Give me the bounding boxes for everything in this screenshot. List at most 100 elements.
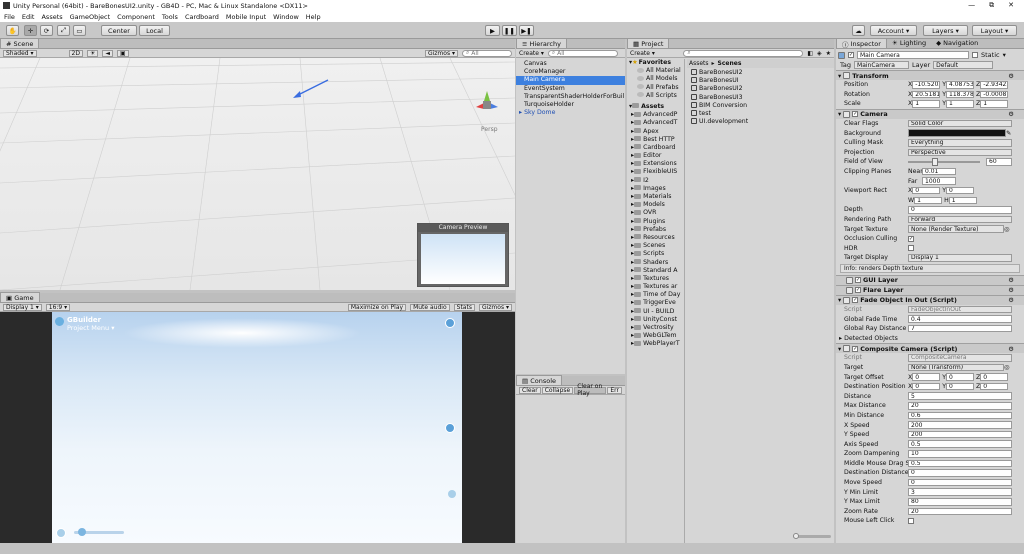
nav-round-button[interactable]	[445, 423, 455, 433]
component-gear-icon[interactable]: ⚙	[1008, 276, 1014, 284]
project-file-item[interactable]: test	[687, 109, 834, 118]
tab-lighting[interactable]: ☀ Lighting	[886, 39, 932, 48]
icon-size-slider[interactable]	[793, 533, 831, 539]
scale-x-input[interactable]: 1	[912, 100, 941, 108]
scale-tool-icon[interactable]: ⤢	[57, 25, 70, 36]
composite-camera-header[interactable]: ▾ ✓ Composite Camera (Script) ⚙	[836, 343, 1024, 354]
viewport-w-input[interactable]: 1	[914, 196, 943, 205]
project-folder-item[interactable]: ▸ Shaders	[627, 259, 684, 267]
project-menu-button[interactable]: Project Menu ▾	[67, 324, 115, 332]
project-folder-item[interactable]: ▸ Cardboard	[627, 144, 684, 152]
step-button[interactable]: ▶❚	[519, 25, 534, 36]
component-gear-icon[interactable]: ⚙	[1008, 296, 1014, 304]
hierarchy-item-expandable[interactable]: ▸ Sky Dome	[516, 109, 625, 117]
project-folder-item[interactable]: ▸ Models	[627, 201, 684, 209]
hierarchy-item[interactable]: EventSystem	[516, 85, 625, 93]
menu-edit[interactable]: Edit	[22, 13, 35, 21]
favorite-item[interactable]: All Prefabs	[627, 84, 684, 92]
console-collapse-toggle[interactable]: Collapse	[541, 386, 574, 394]
assets-header[interactable]: ▾ Assets	[627, 103, 684, 111]
composite-property-input[interactable]: 0	[908, 478, 1012, 487]
project-folder-item[interactable]: ▸ Best HTTP	[627, 136, 684, 144]
scale-y-input[interactable]: 1	[946, 100, 974, 108]
project-folder-item[interactable]: ▸ WebGLTem	[627, 332, 684, 340]
account-dropdown[interactable]: Account ▾	[870, 25, 917, 36]
project-folder-item[interactable]: ▸ Materials	[627, 193, 684, 201]
fov-input[interactable]: 60	[986, 158, 1012, 166]
destination-x-input[interactable]: 0	[912, 382, 941, 391]
project-folder-item[interactable]: ▸ I2	[627, 177, 684, 185]
destination-z-input[interactable]: 0	[980, 382, 1009, 391]
projection-dropdown[interactable]: Perspective	[908, 148, 1012, 157]
favorite-item[interactable]: All Material	[627, 67, 684, 75]
culling-mask-dropdown[interactable]: Everything	[908, 139, 1012, 147]
project-file-item[interactable]: BIM Conversion	[687, 101, 834, 110]
move-tool-icon[interactable]: ✛	[24, 25, 37, 36]
clear-flags-dropdown[interactable]: Solid Color	[908, 119, 1012, 128]
minimize-button[interactable]: —	[968, 1, 975, 10]
target-offset-x-input[interactable]: 0	[912, 373, 941, 381]
menu-help[interactable]: Help	[306, 13, 321, 21]
filter-type-icon[interactable]: ◧	[807, 50, 813, 57]
camera-enabled-checkbox[interactable]: ✓	[852, 111, 859, 118]
hierarchy-item[interactable]: CoreManager	[516, 68, 625, 76]
static-dropdown-icon[interactable]: ▾	[1003, 51, 1006, 59]
transform-component-header[interactable]: ▾ Transform ⚙	[836, 70, 1024, 80]
project-folder-item[interactable]: ▸ Plugins	[627, 218, 684, 226]
composite-property-input[interactable]: 200	[908, 421, 1012, 429]
menu-gameobject[interactable]: GameObject	[70, 13, 111, 21]
project-folder-item[interactable]: ▸ Images	[627, 185, 684, 193]
play-button[interactable]: ▶	[485, 25, 500, 36]
project-folder-item[interactable]: ▸ WebPlayerT	[627, 340, 684, 348]
fade-script-header[interactable]: ▾ ✓ Fade Object In Out (Script) ⚙	[836, 294, 1024, 305]
project-folder-item[interactable]: ▸ UI - BUILD	[627, 308, 684, 316]
project-folder-item[interactable]: ▸ Time of Day	[627, 291, 684, 299]
rotation-z-input[interactable]: -0.0008	[980, 90, 1009, 99]
composite-property-input[interactable]: 80	[908, 498, 1012, 506]
project-create-dropdown[interactable]: Create ▾	[630, 50, 655, 57]
layer-dropdown[interactable]: Default	[933, 61, 994, 69]
filter-label-icon[interactable]: ◈	[817, 50, 822, 57]
pivot-local-toggle[interactable]: Local	[139, 25, 170, 36]
layers-dropdown[interactable]: Layers ▾	[923, 25, 968, 36]
component-gear-icon[interactable]: ⚙	[1008, 72, 1014, 80]
settings-round-button[interactable]	[445, 318, 455, 328]
hierarchy-create-dropdown[interactable]: Create ▾	[519, 50, 544, 57]
project-folder-item[interactable]: ▸ AdvancedT	[627, 119, 684, 127]
composite-property-input[interactable]: 3	[908, 488, 1012, 496]
tab-project[interactable]: ▦ Project	[627, 38, 670, 48]
tab-navigation[interactable]: ◆ Navigation	[931, 39, 984, 48]
composite-property-input[interactable]: 5	[908, 392, 1012, 400]
gui-layer-checkbox[interactable]: ✓	[855, 277, 861, 284]
effects-toggle-icon[interactable]: ▣	[116, 49, 129, 57]
project-folder-item[interactable]: ▸ TriggerEve	[627, 299, 684, 307]
global-ray-distance-input[interactable]: 7	[908, 324, 1012, 333]
composite-property-input[interactable]: 20	[908, 507, 1012, 516]
zoom-slider-handle[interactable]	[78, 528, 86, 536]
component-gear-icon[interactable]: ⚙	[1008, 345, 1014, 353]
project-folder-item[interactable]: ▸ Textures ar	[627, 283, 684, 291]
project-file-item[interactable]: BareBonesUI2	[687, 69, 834, 77]
layout-dropdown[interactable]: Layout ▾	[972, 25, 1017, 36]
project-folder-item[interactable]: ▸ Scenes	[627, 242, 684, 250]
menu-tools[interactable]: Tools	[162, 13, 178, 21]
target-texture-field[interactable]: None (Render Texture)	[908, 225, 1004, 233]
viewport-y-input[interactable]: 0	[946, 186, 974, 195]
viewport-h-input[interactable]: 1	[948, 196, 977, 205]
project-folder-item[interactable]: ▸ Prefabs	[627, 226, 684, 234]
game-gizmos-dropdown[interactable]: Gizmos ▾	[478, 303, 512, 311]
rect-tool-icon[interactable]: ▭	[73, 25, 86, 36]
composite-property-input[interactable]: 10	[908, 450, 1012, 458]
home-round-button[interactable]	[56, 528, 66, 538]
menu-assets[interactable]: Assets	[41, 13, 62, 21]
audio-toggle-icon[interactable]: ◄	[102, 49, 113, 57]
zoom-slider[interactable]	[74, 528, 124, 536]
menu-mobile-input[interactable]: Mobile Input	[226, 13, 266, 21]
display-dropdown[interactable]: Display 1 ▾	[3, 303, 42, 311]
project-file-item[interactable]: BareBonesUI3	[687, 93, 834, 102]
menu-window[interactable]: Window	[273, 13, 299, 21]
object-picker-icon[interactable]: ◎	[1004, 364, 1009, 371]
tab-console[interactable]: ▤ Console	[516, 375, 563, 385]
icon-size-slider-handle[interactable]	[793, 533, 799, 539]
camera-component-header[interactable]: ▾ ✓ Camera ⚙	[836, 108, 1024, 119]
